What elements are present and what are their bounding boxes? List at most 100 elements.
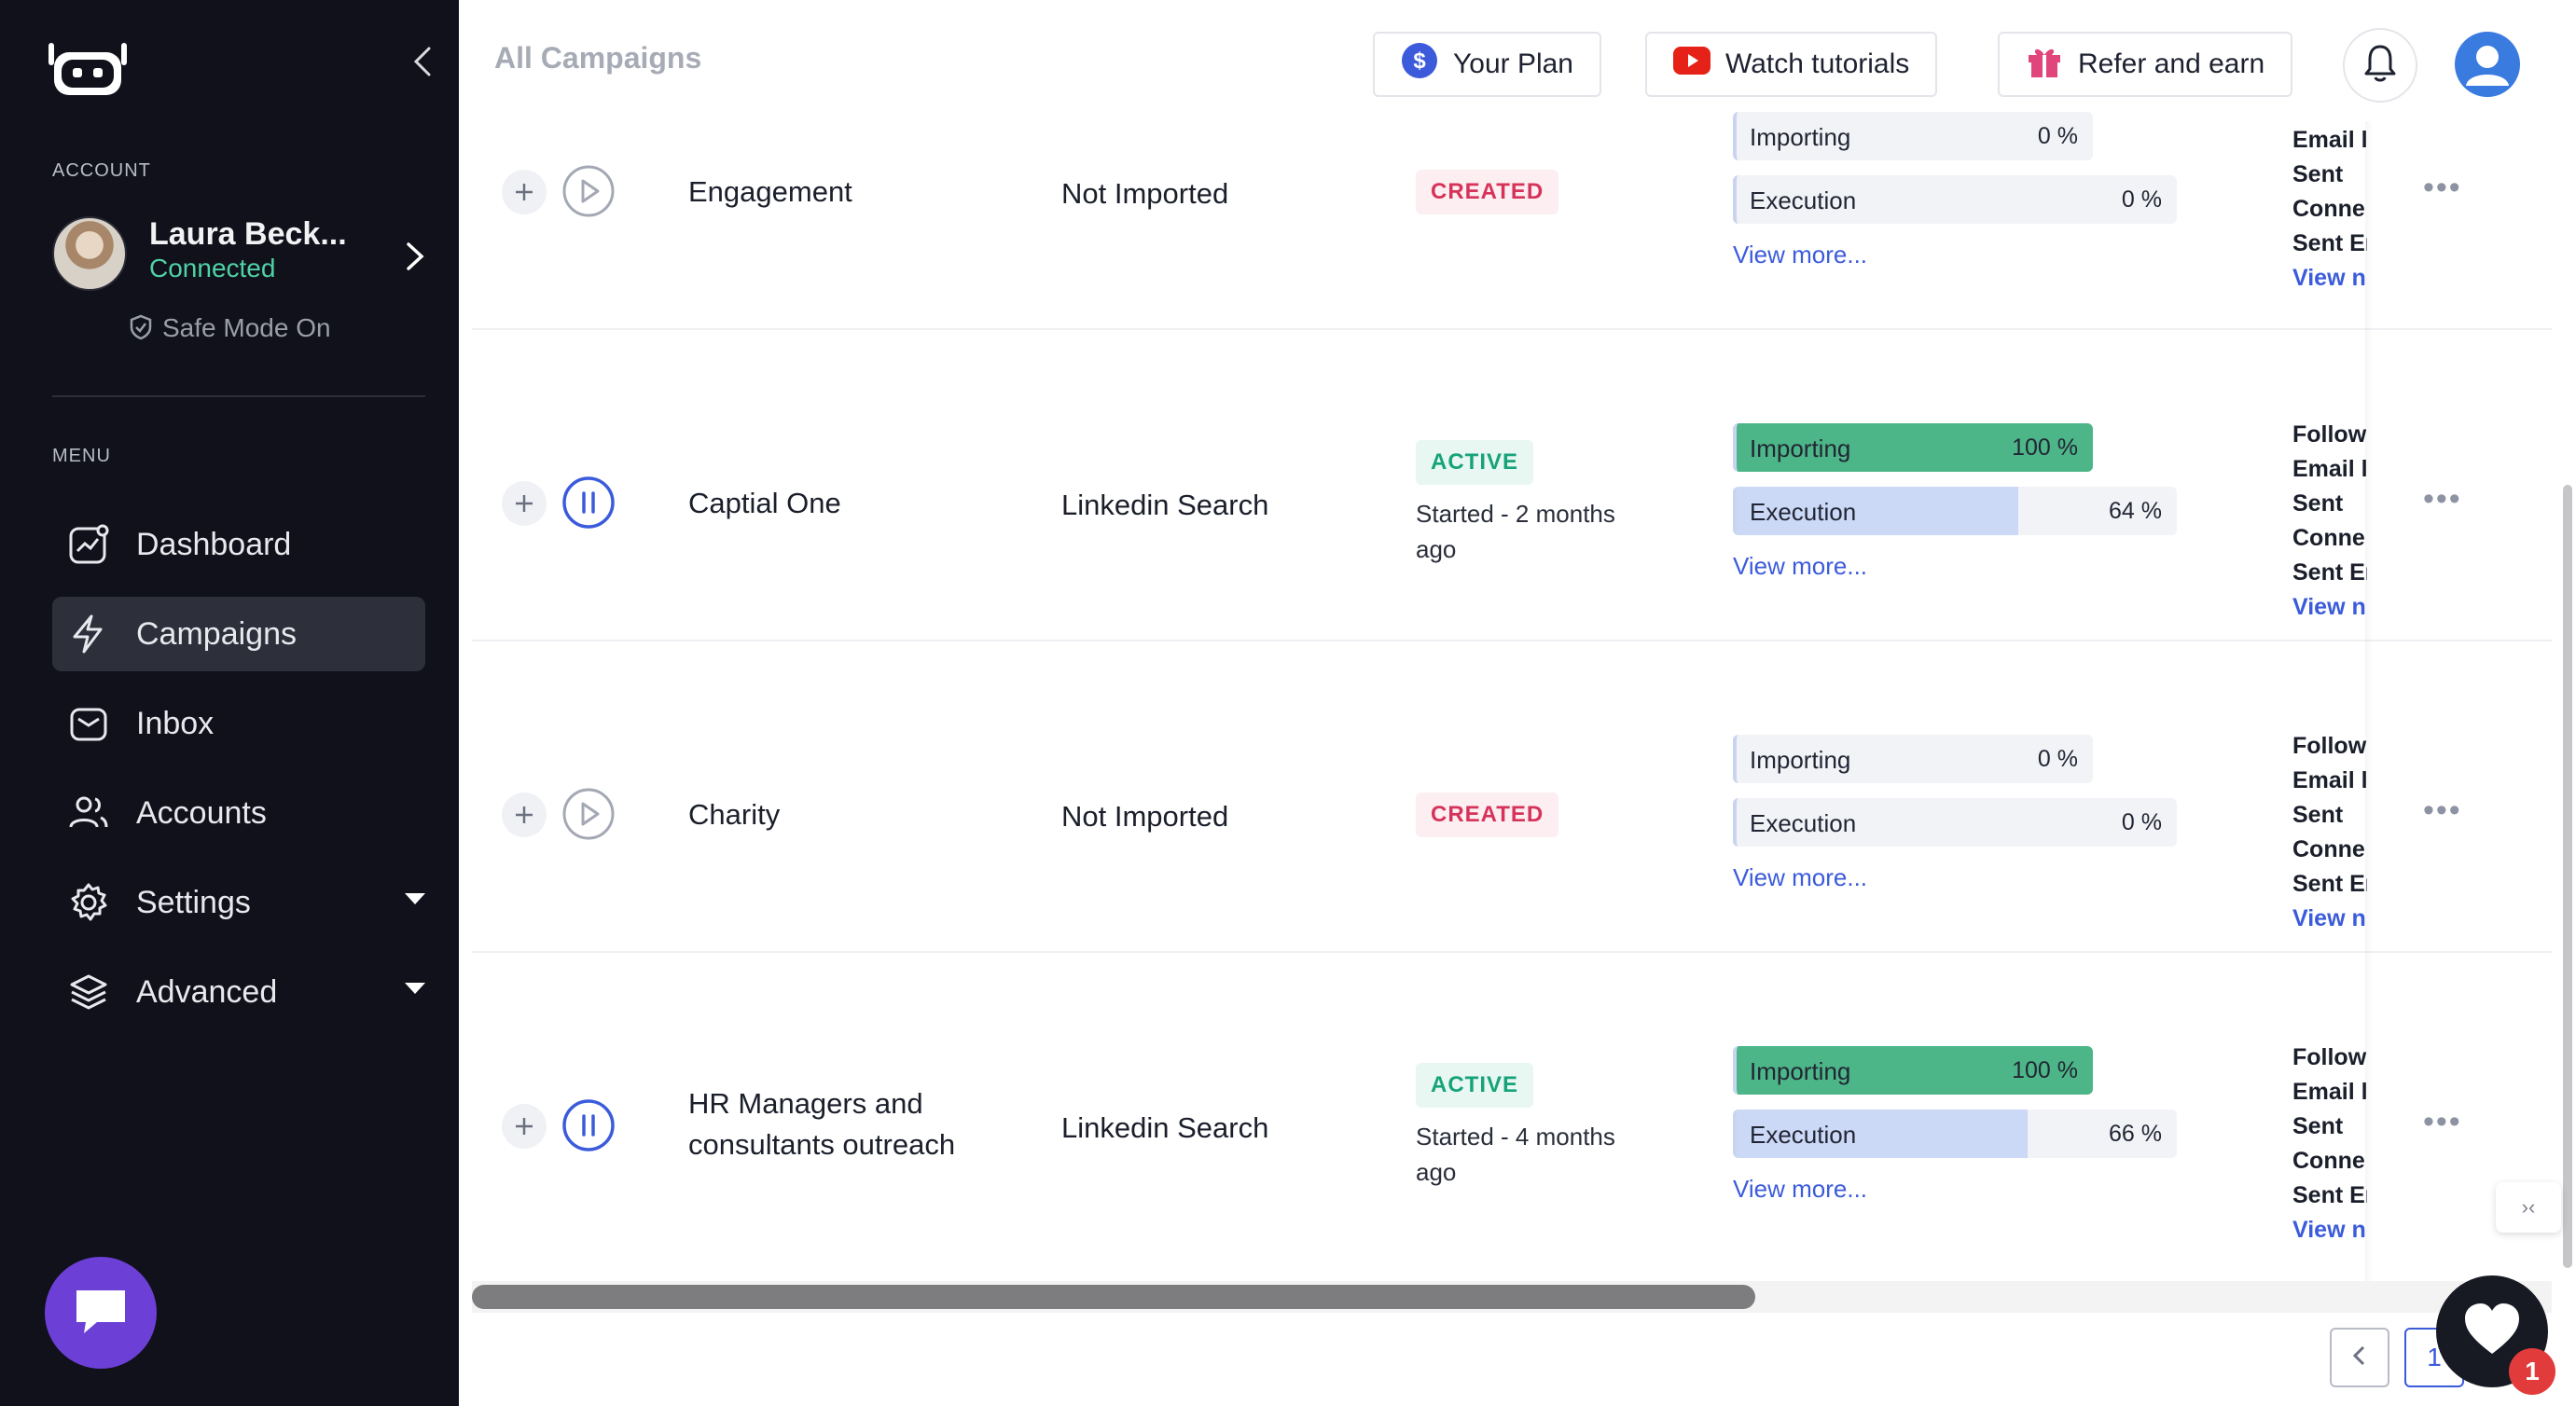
stat-label: Email l [2292,456,2367,482]
sidebar-item-label: Advanced [136,973,278,1010]
execution-progress-bar: Execution 0 % [1733,175,2177,224]
stat-label: Sent Er [2292,559,2367,586]
more-options-icon[interactable]: ••• [2423,793,2462,829]
caret-down-icon[interactable] [405,893,425,904]
status-badge: ACTIVE [1416,1063,1534,1108]
sidebar-item-inbox[interactable]: Inbox [52,686,425,761]
stat-label: Follow [2292,1044,2367,1070]
robot-logo-icon[interactable] [48,39,127,101]
account-avatar [52,216,127,291]
progress-percent: 66 % [2109,1121,2162,1147]
stats-view-more-link[interactable]: View n [2292,590,2367,625]
stat-label: Sent [2292,802,2344,828]
safe-mode-label: Safe Mode On [162,313,331,342]
sidebar-nav: Dashboard Campaigns Inbox Accounts Setti… [52,507,425,1044]
sidebar-divider [52,395,425,397]
campaign-started-time: Started - 4 months ago [1416,1123,1615,1186]
account-status: Connected [149,254,276,283]
campaign-stats: Follow Email l Sent Conne Sent Er View n [2292,418,2367,625]
sidebar-item-label: Campaigns [136,615,297,652]
progress-label: Execution [1750,498,1857,526]
dashboard-icon [67,523,110,566]
execution-progress-bar: Execution 0 % [1733,798,2177,847]
pagination-prev-button[interactable] [2330,1328,2389,1387]
stat-label: Conne [2292,196,2365,222]
pause-circle-icon[interactable] [561,1098,616,1152]
plus-icon[interactable] [502,1104,547,1149]
chevron-right-icon[interactable] [403,241,427,272]
horizontal-scrollbar[interactable] [472,1281,2552,1313]
sidebar-item-label: Inbox [136,705,215,741]
stats-view-more-link[interactable]: View n [2292,261,2367,296]
horizontal-scrollbar-thumb[interactable] [472,1285,1755,1309]
plus-icon[interactable] [502,170,547,214]
progress-percent: 0 % [2121,186,2162,213]
progress-percent: 64 % [2109,498,2162,524]
pause-circle-icon[interactable] [561,476,616,530]
sidebar-item-label: Accounts [136,794,267,831]
chevron-left-icon [2350,1344,2369,1372]
menu-section-label: MENU [52,446,111,466]
collapse-sidebar-chevron-left-icon[interactable] [407,45,440,78]
campaign-name[interactable]: HR Managers and consultants outreach [688,1083,1024,1165]
progress-label: Execution [1750,186,1857,214]
more-options-icon[interactable]: ••• [2423,170,2462,206]
gear-icon [67,881,110,924]
view-more-link[interactable]: View more... [1733,1175,1867,1204]
importing-progress-bar: Importing 100 % [1733,423,2093,472]
collapse-widget-button[interactable]: ›‹ [2496,1182,2561,1233]
stat-label: Email l [2292,767,2367,793]
campaign-name[interactable]: Engagement [688,172,852,213]
stat-label: Sent [2292,1113,2344,1139]
play-circle-icon[interactable] [561,164,616,218]
stats-view-more-link[interactable]: View n [2292,902,2367,936]
sidebar: ACCOUNT Laura Beck... Connected Safe Mod… [0,0,459,1406]
more-options-icon[interactable]: ••• [2423,1104,2462,1140]
sidebar-item-label: Dashboard [136,526,292,562]
table-row[interactable]: Charity Not Imported CREATED Importing 0… [472,641,2552,953]
more-options-icon[interactable]: ••• [2423,481,2462,517]
progress-percent: 0 % [2037,123,2078,149]
sidebar-item-accounts[interactable]: Accounts [52,776,425,850]
campaign-name[interactable]: Charity [688,794,780,835]
progress-percent: 100 % [2012,434,2078,461]
status-badge: CREATED [1416,170,1559,214]
importing-progress-bar: Importing 0 % [1733,112,2093,160]
campaign-source: Linkedin Search [1061,489,1269,521]
sidebar-item-settings[interactable]: Settings [52,865,425,940]
stats-view-more-link[interactable]: View n [2292,1213,2367,1247]
campaign-stats: Follow Email l Sent Conne Sent Er View n [2292,1041,2367,1247]
account-card[interactable]: Laura Beck... Connected [52,213,435,306]
sidebar-item-advanced[interactable]: Advanced [52,955,425,1029]
table-row[interactable]: Captial One Linkedin Search ACTIVE Start… [472,330,2552,641]
sidebar-item-campaigns[interactable]: Campaigns [52,597,425,671]
stat-label: Sent Er [2292,1182,2367,1208]
support-unread-badge: 1 [2509,1348,2555,1395]
chat-launcher-button[interactable] [45,1257,157,1369]
caret-down-icon[interactable] [405,983,425,994]
campaign-name[interactable]: Captial One [688,483,841,524]
table-row[interactable]: Engagement Not Imported CREATED Importin… [472,19,2552,330]
stat-label: Sent Er [2292,230,2367,256]
campaign-source: Linkedin Search [1061,1111,1269,1144]
plus-icon[interactable] [502,793,547,837]
stat-label: Conne [2292,836,2365,862]
sidebar-item-dashboard[interactable]: Dashboard [52,507,425,582]
campaign-source: Not Imported [1061,800,1229,833]
campaign-started-time: Started - 2 months ago [1416,500,1615,563]
plus-icon[interactable] [502,481,547,526]
sidebar-item-label: Settings [136,884,251,920]
view-more-link[interactable]: View more... [1733,863,1867,892]
stat-label: Sent Er [2292,871,2367,897]
inbox-icon [67,702,110,745]
status-badge: CREATED [1416,793,1559,837]
table-row[interactable]: HR Managers and consultants outreach Lin… [472,953,2552,1264]
vertical-scrollbar-thumb[interactable] [2563,485,2572,1268]
users-icon [67,792,110,834]
importing-progress-bar: Importing 100 % [1733,1046,2093,1095]
view-more-link[interactable]: View more... [1733,241,1867,269]
progress-label: Importing [1750,123,1851,151]
view-more-link[interactable]: View more... [1733,552,1867,581]
campaign-source: Not Imported [1061,177,1229,210]
play-circle-icon[interactable] [561,787,616,841]
